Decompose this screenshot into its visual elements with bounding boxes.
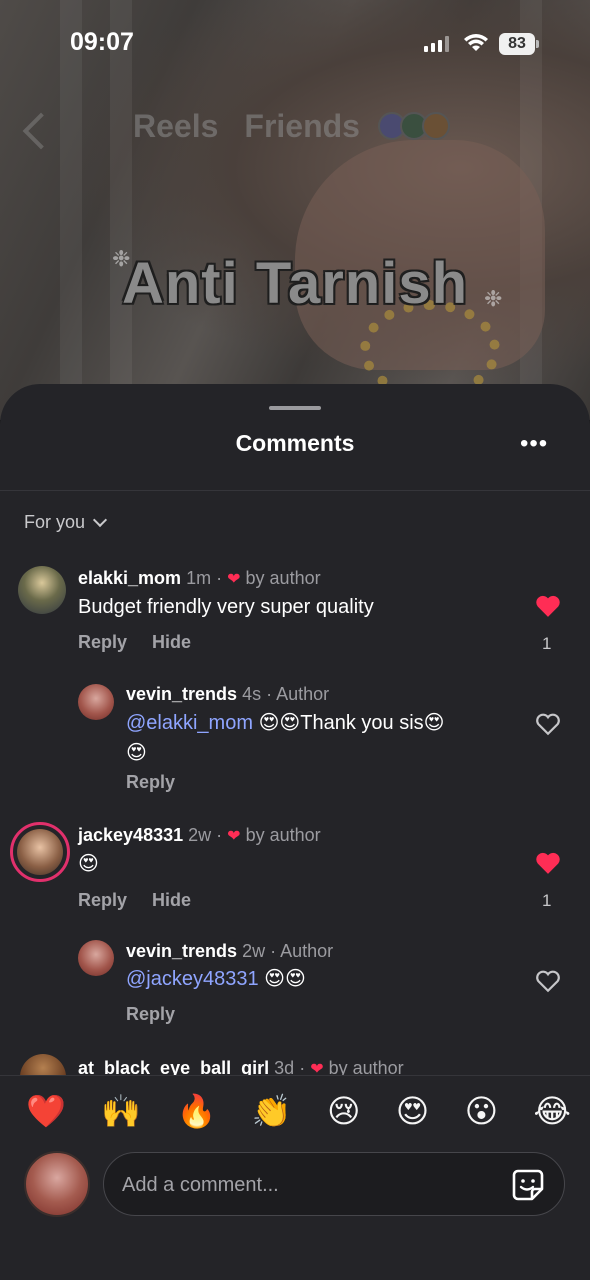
comment-text: @elakki_mom 😍😍Thank you sis😍 — [126, 708, 445, 738]
liked-by-author-label: by author — [245, 825, 321, 845]
avatar[interactable] — [78, 940, 114, 976]
tab-friends[interactable]: Friends — [244, 108, 360, 145]
avatar[interactable] — [78, 684, 114, 720]
filter-label: For you — [24, 512, 86, 532]
comment-time: 2w — [242, 941, 266, 961]
divider — [0, 490, 590, 491]
heart-icon: ❤ — [227, 571, 241, 588]
comment-username[interactable]: vevin_trends — [126, 941, 237, 961]
comment-header: jackey48331 2w · ❤ by author — [78, 825, 321, 845]
reply-button[interactable]: Reply — [126, 1004, 175, 1025]
avatar — [17, 829, 63, 875]
heart-icon: ❤ — [227, 828, 241, 845]
comment-actions: Reply Hide — [78, 890, 191, 911]
battery-icon: 83 — [499, 33, 539, 55]
avatar-story-ring[interactable] — [10, 822, 70, 882]
signal-icon — [424, 36, 449, 52]
avatar[interactable] — [18, 566, 66, 614]
drag-handle[interactable] — [269, 406, 321, 410]
emoji-fire-button[interactable]: 🔥 — [177, 1092, 217, 1130]
comment-input-box[interactable] — [103, 1152, 565, 1216]
chevron-down-icon — [92, 512, 108, 527]
reply-button[interactable]: Reply — [78, 632, 127, 653]
comment-time: 2w — [188, 825, 212, 845]
battery-level: 83 — [499, 33, 535, 55]
reply-button[interactable]: Reply — [78, 890, 127, 911]
liked-by-author-label: by author — [245, 568, 321, 588]
emoji-crying-button[interactable]: 😢 — [327, 1092, 360, 1130]
emoji-heart-button[interactable]: ❤️ — [26, 1092, 66, 1130]
comment-header: vevin_trends 4s · Author — [126, 684, 330, 704]
tab-reels[interactable]: Reels — [133, 108, 218, 145]
more-options-icon[interactable]: ••• — [520, 430, 548, 458]
comment-text: @jackey48331 😍😍 — [126, 964, 306, 994]
author-badge: Author — [276, 684, 330, 704]
emoji-raised-hands-button[interactable]: 🙌 — [101, 1092, 141, 1130]
emoji-clap-button[interactable]: 👏 — [252, 1092, 292, 1130]
like-heart-filled-icon[interactable] — [535, 851, 561, 875]
wifi-icon — [464, 34, 488, 51]
status-time: 09:07 — [70, 28, 134, 56]
comment-header: elakki_mom 1m · ❤ by author — [78, 568, 321, 588]
sheet-title: Comments — [235, 430, 355, 456]
like-count: 1 — [542, 634, 552, 653]
emoji-heart-eyes-button[interactable]: 😍 — [396, 1092, 429, 1130]
like-heart-outline-icon[interactable] — [535, 969, 561, 993]
comment-input[interactable] — [122, 1167, 492, 1203]
reel-tabs: Reels Friends — [133, 108, 360, 145]
sort-filter-dropdown[interactable]: For you — [24, 512, 108, 533]
comment-username[interactable]: elakki_mom — [78, 568, 181, 588]
comment-text: Budget friendly very super quality — [78, 596, 374, 618]
emoji-laughing-button[interactable]: 😂 — [534, 1092, 571, 1130]
comment-composer: ❤️ 🙌 🔥 👏 😢 😍 😮 😂 — [0, 1075, 590, 1280]
my-avatar — [24, 1151, 90, 1217]
comment-username[interactable]: vevin_trends — [126, 684, 237, 704]
comment-header: vevin_trends 2w · Author — [126, 941, 334, 961]
sticker-icon[interactable] — [510, 1167, 546, 1203]
comment-text-body: 😍😍Thank you sis😍 — [253, 712, 445, 734]
mention-link[interactable]: @jackey48331 — [126, 968, 259, 990]
mention-link[interactable]: @elakki_mom — [126, 712, 253, 734]
status-bar: 09:07 83 — [0, 0, 590, 90]
comment-actions: Reply — [126, 1004, 175, 1025]
comment-actions: Reply Hide — [78, 632, 191, 653]
avatar — [422, 112, 450, 140]
like-heart-filled-icon[interactable] — [535, 594, 561, 618]
comment-text-line: 😍 — [126, 742, 147, 764]
like-count: 1 — [542, 891, 552, 910]
hide-button[interactable]: Hide — [152, 890, 191, 911]
friend-avatars[interactable] — [378, 112, 458, 142]
emoji-surprised-button[interactable]: 😮 — [465, 1092, 498, 1130]
comment-time: 1m — [186, 568, 212, 588]
like-heart-outline-icon[interactable] — [535, 712, 561, 736]
hide-button[interactable]: Hide — [152, 632, 191, 653]
reel-overlay-text: Anti Tarnish — [121, 251, 469, 316]
comment-text: 😍 — [78, 853, 99, 875]
comment-actions: Reply — [126, 772, 175, 793]
author-badge: Author — [280, 941, 334, 961]
comment-time: 4s — [242, 684, 262, 704]
reply-button[interactable]: Reply — [126, 772, 175, 793]
comment-text-body: 😍😍 — [258, 968, 306, 990]
comment-username[interactable]: jackey48331 — [78, 825, 183, 845]
quick-emoji-row: ❤️ 🙌 🔥 👏 😢 😍 😮 😂 — [26, 1092, 571, 1130]
